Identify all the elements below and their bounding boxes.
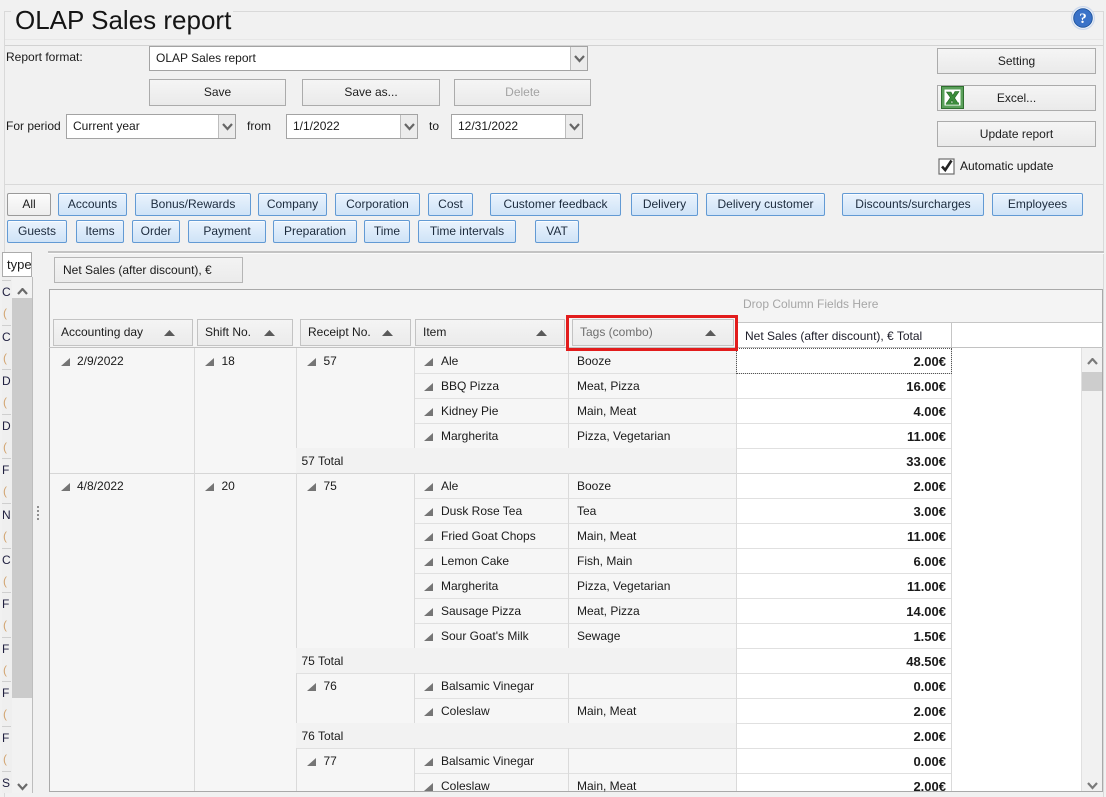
svg-text:?: ? [1079, 11, 1087, 27]
